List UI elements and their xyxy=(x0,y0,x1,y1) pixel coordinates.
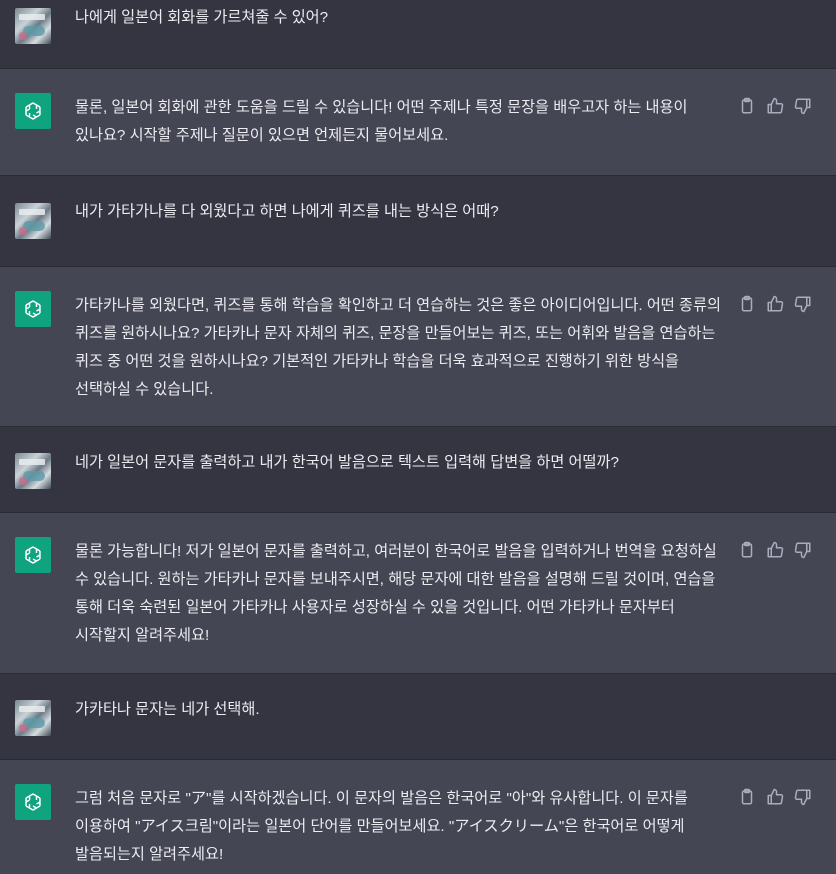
thumbs-up-icon[interactable] xyxy=(766,97,784,115)
message-text: 내가 가타가나를 다 외웠다고 하면 나에게 퀴즈를 내는 방식은 어때? xyxy=(75,203,499,220)
message-actions xyxy=(738,540,812,560)
chat-thread: 나에게 일본어 회화를 가르쳐줄 수 있어? 물론, 일본어 회화에 관한 도움… xyxy=(0,0,836,874)
clipboard-icon[interactable] xyxy=(738,97,756,115)
user-avatar xyxy=(15,8,51,44)
openai-logo-icon xyxy=(25,793,41,811)
message-text: 가타카나를 외웠다면, 퀴즈를 통해 학습을 확인하고 더 연습하는 것은 좋은… xyxy=(75,297,721,398)
user-avatar xyxy=(15,700,51,736)
assistant-message: 물론 가능합니다! 저가 일본어 문자를 출력하고, 여러분이 한국어로 발음을… xyxy=(0,513,836,674)
user-message: 내가 가타가나를 다 외웠다고 하면 나에게 퀴즈를 내는 방식은 어때? xyxy=(0,176,836,267)
message-text: 가카타나 문자는 네가 선택해. xyxy=(75,701,260,718)
message-text: 그럼 처음 문자로 "ア"를 시작하겠습니다. 이 문자의 발음은 한국어로 "… xyxy=(75,790,688,863)
openai-logo-icon xyxy=(25,546,41,564)
assistant-message: 가타카나를 외웠다면, 퀴즈를 통해 학습을 확인하고 더 연습하는 것은 좋은… xyxy=(0,267,836,427)
openai-logo-icon xyxy=(25,102,41,120)
thumbs-down-icon[interactable] xyxy=(794,97,812,115)
thumbs-up-icon[interactable] xyxy=(766,295,784,313)
user-message: 네가 일본어 문자를 출력하고 내가 한국어 발음으로 텍스트 입력해 답변을 … xyxy=(0,427,836,513)
message-text: 나에게 일본어 회화를 가르쳐줄 수 있어? xyxy=(75,9,329,26)
message-actions xyxy=(738,787,812,807)
user-message: 나에게 일본어 회화를 가르쳐줄 수 있어? xyxy=(0,0,836,69)
message-actions xyxy=(738,96,812,116)
thumbs-up-icon[interactable] xyxy=(766,541,784,559)
thumbs-down-icon[interactable] xyxy=(794,295,812,313)
clipboard-icon[interactable] xyxy=(738,541,756,559)
assistant-avatar xyxy=(15,784,51,820)
message-text: 물론, 일본어 회화에 관한 도움을 드릴 수 있습니다! 어떤 주제나 특정 … xyxy=(75,99,688,144)
message-text: 네가 일본어 문자를 출력하고 내가 한국어 발음으로 텍스트 입력해 답변을 … xyxy=(75,454,619,471)
user-avatar xyxy=(15,203,51,239)
assistant-avatar xyxy=(15,93,51,129)
assistant-message: 물론, 일본어 회화에 관한 도움을 드릴 수 있습니다! 어떤 주제나 특정 … xyxy=(0,69,836,176)
user-message: 가카타나 문자는 네가 선택해. xyxy=(0,674,836,760)
thumbs-down-icon[interactable] xyxy=(794,788,812,806)
assistant-avatar xyxy=(15,291,51,327)
user-avatar xyxy=(15,453,51,489)
clipboard-icon[interactable] xyxy=(738,788,756,806)
clipboard-icon[interactable] xyxy=(738,295,756,313)
assistant-avatar xyxy=(15,537,51,573)
message-actions xyxy=(738,294,812,314)
openai-logo-icon xyxy=(25,300,41,318)
assistant-message: 그럼 처음 문자로 "ア"를 시작하겠습니다. 이 문자의 발음은 한국어로 "… xyxy=(0,760,836,874)
thumbs-up-icon[interactable] xyxy=(766,788,784,806)
thumbs-down-icon[interactable] xyxy=(794,541,812,559)
message-text: 물론 가능합니다! 저가 일본어 문자를 출력하고, 여러분이 한국어로 발음을… xyxy=(75,543,717,644)
